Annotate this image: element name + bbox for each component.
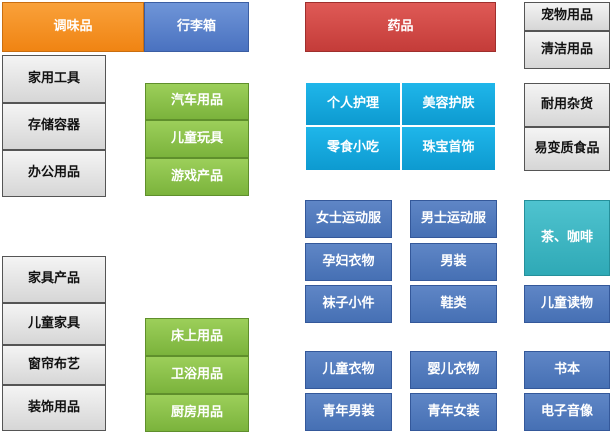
tile-jewelry[interactable]: 珠宝首饰 bbox=[401, 126, 496, 171]
tile-beauty-skincare[interactable]: 美容护肤 bbox=[401, 82, 496, 126]
tile-kids-toys[interactable]: 儿童玩具 bbox=[145, 120, 249, 158]
tile-mens-sportswear[interactable]: 男士运动服 bbox=[410, 200, 497, 238]
tile-electronics-audio[interactable]: 电子音像 bbox=[524, 393, 610, 431]
tile-young-men[interactable]: 青年男装 bbox=[305, 393, 392, 431]
tile-furniture[interactable]: 家具产品 bbox=[2, 256, 106, 303]
tile-storage-containers[interactable]: 存储容器 bbox=[2, 103, 106, 150]
tile-office-supplies[interactable]: 办公用品 bbox=[2, 150, 106, 197]
tile-kids-clothing[interactable]: 儿童衣物 bbox=[305, 351, 392, 389]
tile-womens-sportswear[interactable]: 女士运动服 bbox=[305, 200, 392, 238]
tile-luggage[interactable]: 行李箱 bbox=[144, 2, 249, 52]
tile-medicine[interactable]: 药品 bbox=[305, 2, 496, 52]
tile-household-tools[interactable]: 家用工具 bbox=[2, 55, 106, 103]
tile-maternity-wear[interactable]: 孕妇衣物 bbox=[305, 243, 392, 281]
tile-socks-accessories[interactable]: 袜子小件 bbox=[305, 285, 392, 323]
tile-car-supplies[interactable]: 汽车用品 bbox=[145, 83, 249, 120]
tile-cleaning-supplies[interactable]: 清洁用品 bbox=[524, 31, 610, 69]
tile-kitchen[interactable]: 厨房用品 bbox=[145, 394, 249, 432]
tile-curtains-fabric[interactable]: 窗帘布艺 bbox=[2, 345, 106, 385]
tile-personal-care[interactable]: 个人护理 bbox=[305, 82, 401, 126]
tile-kids-books[interactable]: 儿童读物 bbox=[524, 285, 610, 323]
tile-decor[interactable]: 装饰用品 bbox=[2, 385, 106, 431]
tile-perishable-food[interactable]: 易变质食品 bbox=[524, 127, 610, 171]
tile-snacks[interactable]: 零食小吃 bbox=[305, 126, 401, 171]
tile-young-women[interactable]: 青年女装 bbox=[410, 393, 497, 431]
tile-books[interactable]: 书本 bbox=[524, 351, 610, 389]
tile-baby-clothing[interactable]: 婴儿衣物 bbox=[410, 351, 497, 389]
tile-bedding[interactable]: 床上用品 bbox=[145, 318, 249, 356]
tile-seasoning[interactable]: 调味品 bbox=[2, 2, 144, 52]
tile-shoes[interactable]: 鞋类 bbox=[410, 285, 497, 323]
tile-tea-coffee[interactable]: 茶、咖啡 bbox=[524, 200, 610, 276]
tile-menswear[interactable]: 男装 bbox=[410, 243, 497, 281]
tile-game-products[interactable]: 游戏产品 bbox=[145, 158, 249, 196]
tile-durable-goods[interactable]: 耐用杂货 bbox=[524, 83, 610, 127]
tile-kids-furniture[interactable]: 儿童家具 bbox=[2, 303, 106, 345]
tile-bath[interactable]: 卫浴用品 bbox=[145, 356, 249, 394]
tile-pet-supplies[interactable]: 宠物用品 bbox=[524, 2, 610, 31]
